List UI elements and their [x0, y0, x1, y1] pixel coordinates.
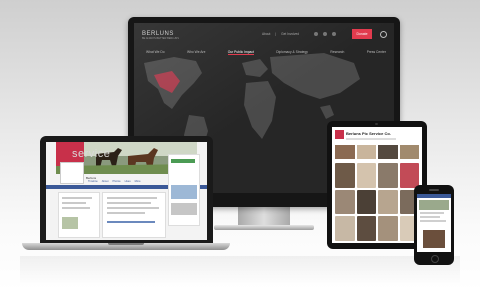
phone-cover	[419, 200, 449, 210]
brand-tagline: BE ALWAYS BETTER BERLUNS	[142, 37, 179, 40]
like-button[interactable]	[171, 159, 195, 163]
nav-research[interactable]: Research	[330, 50, 344, 55]
link-line[interactable]	[107, 221, 155, 223]
pin-thumbnail[interactable]	[399, 145, 419, 159]
sidebar-photo[interactable]	[171, 203, 197, 215]
text-line	[62, 202, 86, 204]
pin-thumbnail[interactable]	[378, 163, 398, 188]
nav-press-center[interactable]: Press Center	[367, 50, 386, 55]
floor-reflection	[20, 256, 460, 286]
text-line	[420, 216, 440, 218]
pin-thumbnail[interactable]	[335, 163, 355, 188]
pin-thumbnail[interactable]	[356, 145, 376, 159]
nav-diplomacy-strategy[interactable]: Diplomacy & Strategy	[276, 50, 308, 55]
smartphone	[414, 185, 454, 265]
top-menu-divider: |	[275, 32, 277, 36]
pin-thumbnail[interactable]	[378, 189, 398, 215]
tablet-screen: Berluns Pic Service Co.	[332, 127, 422, 243]
text-line	[62, 207, 90, 209]
timeline-post	[102, 192, 166, 238]
top-menu-get-involved[interactable]: Get Involved	[281, 32, 299, 36]
text-line	[346, 138, 396, 140]
text-line	[62, 197, 92, 199]
board-strip	[335, 145, 419, 159]
tablet-page-title: Berluns Pic Service Co.	[346, 131, 391, 136]
nav-who-we-are[interactable]: Who We Are	[187, 50, 205, 55]
tablet: Berluns Pic Service Co.	[327, 121, 427, 249]
right-sidebar	[168, 154, 200, 226]
pin-thumbnail[interactable]	[356, 163, 376, 188]
monitor-base	[214, 225, 314, 230]
tablet-camera	[375, 123, 378, 125]
pin-thumbnail[interactable]	[356, 216, 376, 241]
profile-picture[interactable]	[60, 162, 84, 184]
pin-thumbnail[interactable]	[378, 216, 398, 241]
profile-tabs: Timeline About Photos Likes More	[88, 180, 141, 183]
pin-thumbnail[interactable]	[335, 189, 355, 215]
phone-speaker	[429, 189, 439, 191]
tab-about[interactable]: About	[102, 180, 109, 183]
top-menu-about[interactable]: About	[262, 32, 270, 36]
nav-what-we-do[interactable]: What We Do	[146, 50, 165, 55]
pin-thumbnail[interactable]	[335, 145, 355, 159]
nav-public-impact[interactable]: Our Public Impact	[227, 50, 254, 55]
twitter-icon[interactable]	[323, 32, 328, 36]
brand-logo[interactable]: BERLUNS BE ALWAYS BETTER BERLUNS	[142, 31, 179, 40]
home-button[interactable]	[431, 255, 439, 263]
search-icon[interactable]	[380, 31, 387, 38]
thumbnail[interactable]	[62, 217, 78, 229]
youtube-icon[interactable]	[332, 32, 337, 36]
text-line	[107, 207, 159, 209]
pin-thumbnail[interactable]	[335, 216, 355, 241]
phone-screen	[417, 194, 451, 252]
sidebar-photo[interactable]	[171, 185, 197, 199]
facebook-icon[interactable]	[314, 32, 319, 36]
laptop-screen: Berluns Timeline About Photos Likes More	[46, 142, 207, 240]
about-column	[58, 192, 100, 238]
top-menu: About | Get Involved	[262, 32, 337, 36]
pin-grid	[335, 163, 419, 241]
main-nav: What We Do Who We Are Our Public Impact …	[146, 50, 386, 55]
laptop: Berluns Timeline About Photos Likes More	[40, 136, 213, 244]
tab-likes[interactable]: Likes	[125, 180, 131, 183]
phone-photo[interactable]	[423, 230, 445, 248]
donate-button[interactable]: Donate	[352, 29, 372, 39]
tab-timeline[interactable]: Timeline	[88, 180, 98, 183]
pin-thumbnail[interactable]	[399, 163, 419, 188]
pin-thumbnail[interactable]	[378, 145, 398, 159]
tab-photos[interactable]: Photos	[113, 180, 121, 183]
monitor-stand	[238, 207, 290, 227]
text-line	[420, 220, 446, 222]
hero-text: service	[72, 148, 111, 160]
profile-avatar[interactable]	[335, 130, 344, 139]
phone-header-bar	[417, 194, 451, 198]
pin-thumbnail[interactable]	[356, 189, 376, 215]
tab-more[interactable]: More	[135, 180, 141, 183]
text-line	[107, 197, 157, 199]
text-line	[420, 212, 444, 214]
text-line	[107, 202, 151, 204]
laptop-notch	[108, 243, 144, 245]
text-line	[107, 212, 145, 214]
